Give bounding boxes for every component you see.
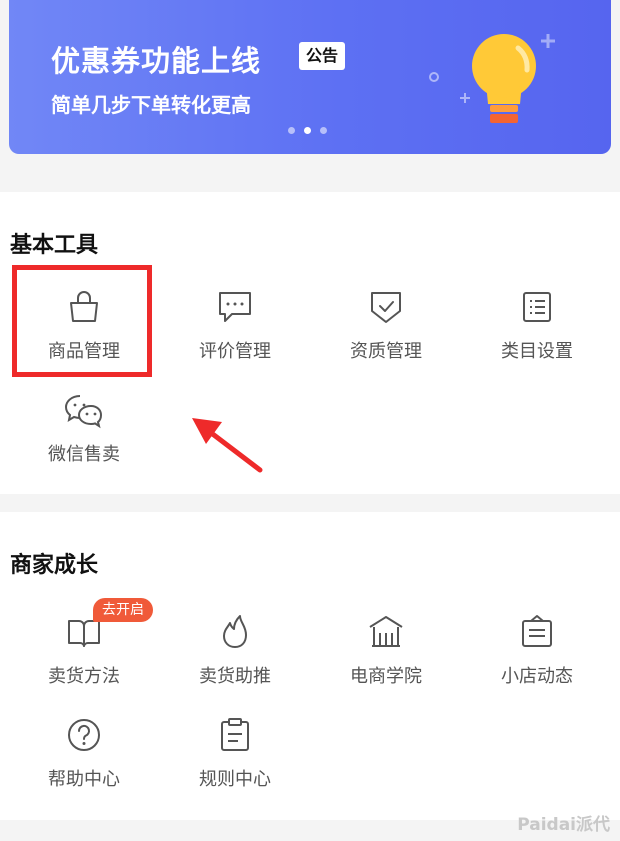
clipboard-icon bbox=[215, 715, 255, 755]
tool-category-settings[interactable]: 类目设置 bbox=[462, 287, 612, 363]
growth-store-news[interactable]: 小店动态 bbox=[462, 612, 612, 688]
growth-sales-boost[interactable]: 卖货助推 bbox=[160, 612, 310, 688]
watermark: Paidai派代 bbox=[517, 815, 610, 835]
tool-label: 卖货方法 bbox=[48, 666, 120, 687]
tool-label: 资质管理 bbox=[350, 341, 422, 362]
basic-tools-title: 基本工具 bbox=[10, 233, 99, 258]
shield-check-icon bbox=[366, 287, 406, 327]
notice-tag: 公告 bbox=[299, 42, 345, 70]
carousel-dot-active[interactable] bbox=[304, 127, 311, 134]
tool-label: 评价管理 bbox=[199, 341, 271, 362]
lightbulb-icon bbox=[429, 34, 555, 123]
tool-wechat-sales[interactable]: 微信售卖 bbox=[9, 390, 159, 466]
wechat-icon bbox=[64, 390, 104, 430]
store-news-icon bbox=[517, 612, 557, 652]
tool-label: 小店动态 bbox=[501, 666, 573, 687]
tool-label: 类目设置 bbox=[501, 341, 573, 362]
tool-label: 规则中心 bbox=[199, 769, 271, 790]
carousel-dot[interactable] bbox=[320, 127, 327, 134]
tool-label: 卖货助推 bbox=[199, 666, 271, 687]
tool-label: 微信售卖 bbox=[48, 444, 120, 465]
comment-icon bbox=[215, 287, 255, 327]
banner-subtitle: 简单几步下单转化更高 bbox=[51, 93, 251, 117]
list-icon bbox=[517, 287, 557, 327]
growth-help-center[interactable]: 帮助中心 bbox=[9, 715, 159, 791]
carousel-dot[interactable] bbox=[288, 127, 295, 134]
promo-banner[interactable]: 优惠券功能上线 公告 简单几步下单转化更高 bbox=[9, 0, 611, 154]
banner-title: 优惠券功能上线 bbox=[51, 44, 262, 78]
flame-icon bbox=[215, 612, 255, 652]
school-icon bbox=[366, 612, 406, 652]
enable-badge[interactable]: 去开启 bbox=[93, 598, 153, 622]
tool-review-management[interactable]: 评价管理 bbox=[160, 287, 310, 363]
growth-ecommerce-academy[interactable]: 电商学院 bbox=[311, 612, 461, 688]
tool-label: 帮助中心 bbox=[48, 769, 120, 790]
highlight-box bbox=[12, 265, 152, 377]
arrow-icon bbox=[192, 418, 263, 473]
tool-qualification-management[interactable]: 资质管理 bbox=[311, 287, 461, 363]
growth-rules-center[interactable]: 规则中心 bbox=[160, 715, 310, 791]
help-icon bbox=[64, 715, 104, 755]
growth-selling-methods[interactable]: 卖货方法 bbox=[9, 612, 159, 688]
merchant-growth-title: 商家成长 bbox=[10, 553, 99, 578]
carousel-indicator[interactable] bbox=[288, 127, 327, 134]
tool-label: 电商学院 bbox=[350, 666, 422, 687]
